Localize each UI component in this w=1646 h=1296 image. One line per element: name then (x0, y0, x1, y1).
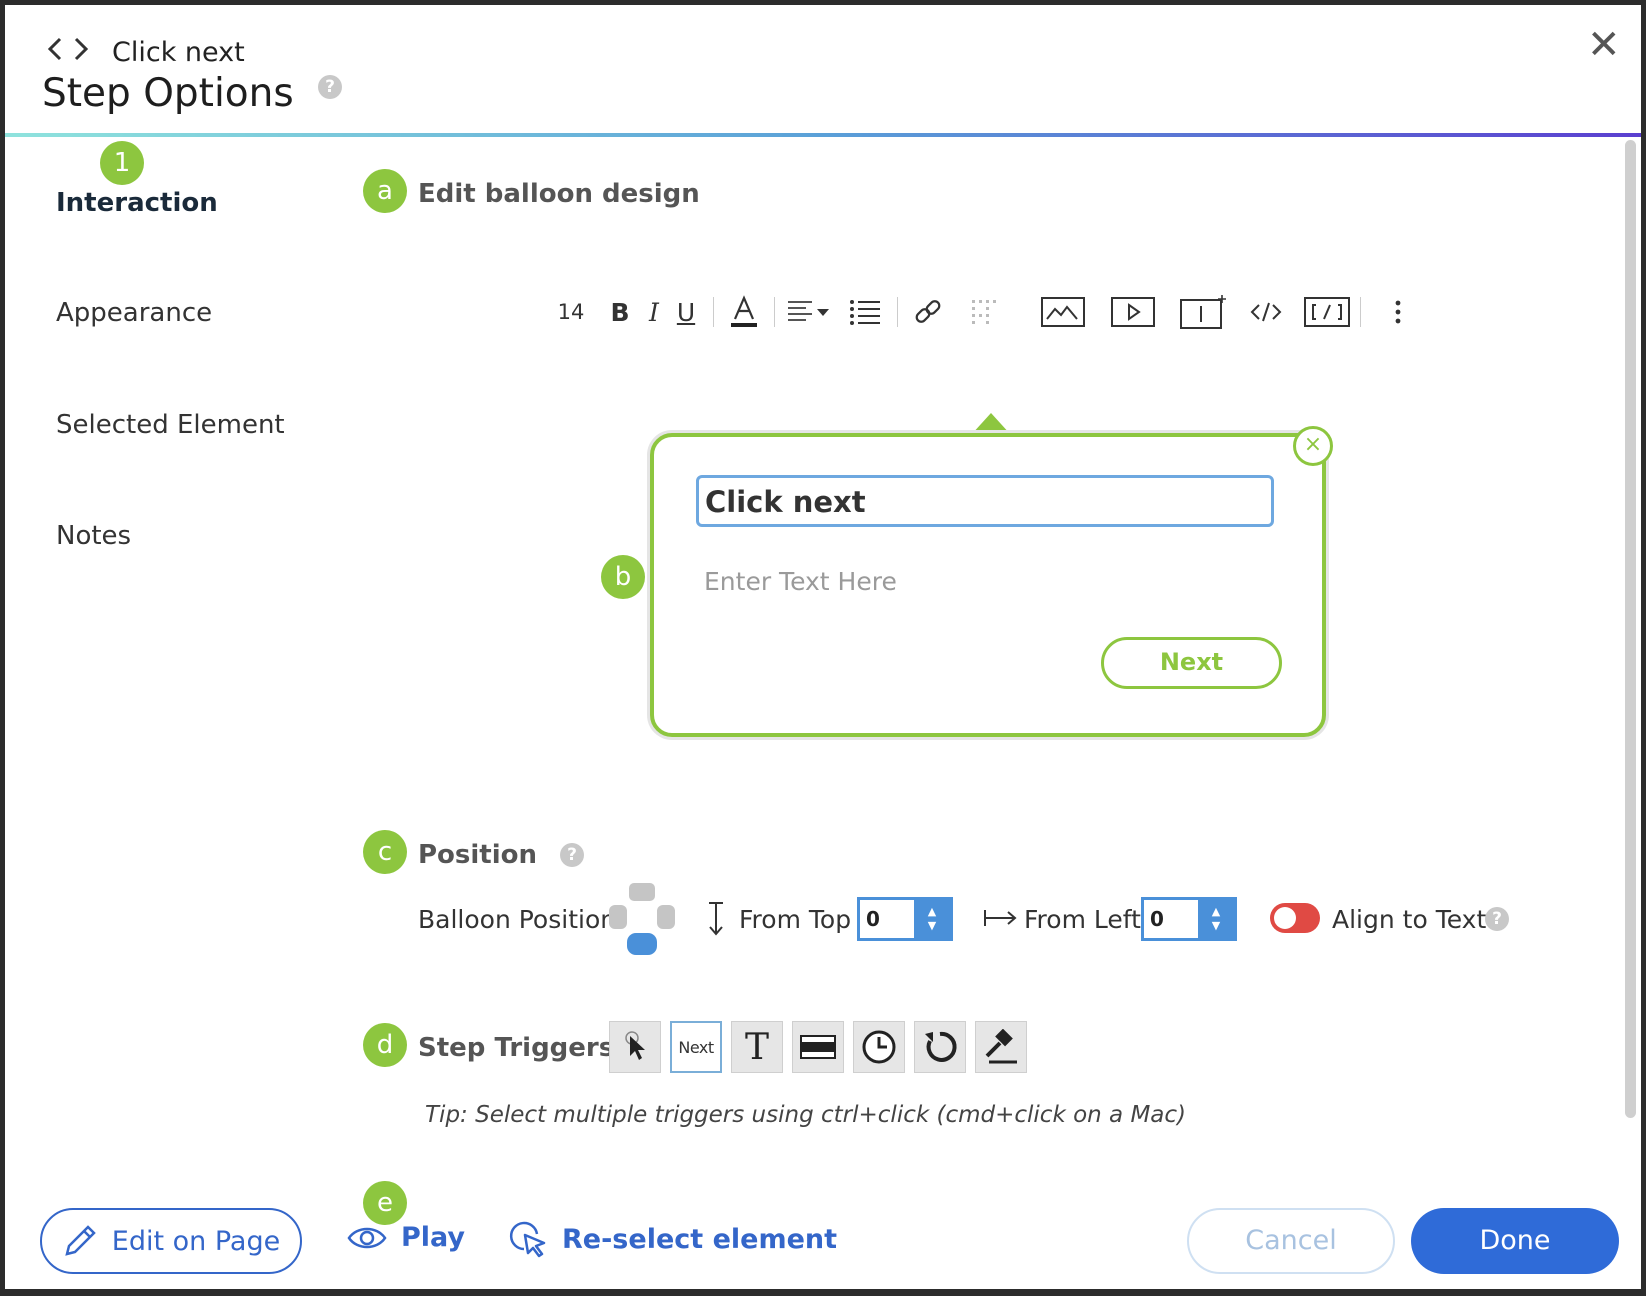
toolbar-separator (1360, 297, 1361, 327)
done-button[interactable]: Done (1411, 1208, 1619, 1274)
position-title: Position ? (418, 840, 585, 870)
sidebar-item-interaction[interactable]: Interaction (56, 188, 218, 218)
trigger-click-element[interactable] (609, 1021, 661, 1073)
from-top-arrow-icon (705, 901, 727, 941)
from-left-arrow-icon (983, 907, 1017, 933)
more-icon[interactable] (1383, 292, 1413, 332)
image-icon[interactable] (1040, 292, 1086, 332)
edit-on-page-button[interactable]: Edit on Page (40, 1208, 302, 1274)
toggle-knob (1274, 907, 1296, 929)
balloon-pointer (971, 413, 1011, 435)
hammer-icon (985, 1029, 1017, 1064)
balloon-title-input[interactable]: Click next (696, 475, 1274, 527)
scrollbar[interactable] (1625, 140, 1636, 1118)
embed-icon[interactable] (1304, 292, 1350, 332)
breadcrumb: Click next (46, 35, 245, 70)
reselect-label: Re-select element (562, 1223, 838, 1255)
toolbar-separator (713, 297, 714, 327)
balloon-close-icon[interactable]: × (1293, 426, 1333, 466)
from-left-value[interactable]: 0 (1144, 900, 1198, 938)
from-top-label: From Top (739, 905, 852, 934)
spin-up-icon[interactable]: ▲ (928, 905, 936, 919)
section-badge-e: e (363, 1181, 407, 1225)
font-size-select[interactable]: 14 (551, 292, 591, 332)
from-top-spin-arrows[interactable]: ▲ ▼ (914, 900, 950, 938)
text-icon: T (744, 1026, 769, 1068)
toolbar-separator (774, 297, 775, 327)
align-to-text-help-icon[interactable]: ? (1485, 907, 1509, 931)
from-left-label: From Left (1024, 905, 1141, 934)
triggers-tip: Tip: Select multiple triggers using ctrl… (425, 1102, 1186, 1128)
play-label: Play (401, 1222, 466, 1253)
italic-button[interactable]: I (639, 292, 669, 332)
next-trigger-label: Next (678, 1037, 714, 1057)
trigger-timer[interactable] (853, 1021, 905, 1073)
align-to-text-toggle[interactable] (1270, 903, 1320, 933)
balloon-position-picker[interactable] (607, 881, 677, 957)
edit-on-page-label: Edit on Page (111, 1225, 281, 1257)
underline-button[interactable]: U (669, 292, 703, 332)
spin-up-icon[interactable]: ▲ (1212, 905, 1220, 919)
step-name: Click next (112, 37, 245, 68)
trigger-refresh[interactable] (914, 1021, 966, 1073)
balloon-body-input[interactable]: Enter Text Here (704, 567, 897, 596)
video-icon[interactable] (1110, 292, 1156, 332)
from-left-spin-arrows[interactable]: ▲ ▼ (1198, 900, 1234, 938)
bold-button[interactable]: B (601, 292, 639, 332)
step-badge-1: 1 (100, 141, 144, 185)
page-title-text: Step Options (42, 71, 294, 116)
code-icon[interactable] (1246, 292, 1286, 332)
balloon-next-button[interactable]: Next (1101, 637, 1282, 689)
trigger-bar[interactable] (792, 1021, 844, 1073)
balloon-position-icon (609, 883, 675, 955)
pencil-icon (65, 1225, 96, 1256)
chevron-left-icon[interactable] (46, 35, 72, 70)
bar-icon (800, 1035, 836, 1059)
eye-icon (347, 1227, 387, 1248)
font-color-icon[interactable] (724, 292, 764, 332)
help-icon[interactable]: ? (318, 75, 343, 99)
clock-icon (862, 1030, 896, 1064)
align-to-text-label: Align to Text (1332, 905, 1487, 934)
step-options-dialog: Click next Step Options ? ✕ 1 Interactio… (5, 5, 1641, 1289)
header-divider (5, 133, 1641, 137)
from-top-value[interactable]: 0 (860, 900, 914, 938)
editor-toolbar: 14 B I U (551, 290, 1413, 334)
trigger-button-group: Next T (609, 1021, 1027, 1073)
sidebar-item-selected-element[interactable]: Selected Element (56, 410, 285, 440)
close-icon[interactable]: ✕ (1587, 25, 1621, 65)
section-badge-c: c (363, 830, 407, 874)
position-title-text: Position (418, 840, 538, 870)
reselect-cursor-icon (509, 1221, 546, 1258)
section-badge-d: d (363, 1023, 407, 1067)
text-box-icon[interactable] (1180, 292, 1226, 332)
sidebar-item-appearance[interactable]: Appearance (56, 298, 212, 328)
trigger-next-button[interactable]: Next (670, 1021, 722, 1073)
reselect-element-button[interactable]: Re-select element (508, 1219, 837, 1259)
align-icon[interactable] (785, 292, 833, 332)
from-left-stepper[interactable]: 0 ▲ ▼ (1141, 897, 1237, 941)
spin-down-icon[interactable]: ▼ (928, 919, 936, 933)
list-icon[interactable] (843, 292, 887, 332)
position-help-icon[interactable]: ? (560, 843, 585, 867)
step-triggers-title: Step Triggers (418, 1033, 615, 1063)
page-title: Step Options ? (42, 71, 343, 116)
sidebar-item-notes[interactable]: Notes (56, 521, 131, 551)
unlink-icon[interactable] (964, 292, 1004, 332)
section-badge-b: b (601, 555, 645, 599)
trigger-hammer[interactable] (975, 1021, 1027, 1073)
refresh-icon (925, 1031, 957, 1062)
click-element-icon (625, 1031, 645, 1060)
play-button[interactable]: Play (347, 1222, 465, 1253)
trigger-text[interactable]: T (731, 1021, 783, 1073)
cancel-button[interactable]: Cancel (1187, 1208, 1395, 1274)
chevron-right-icon[interactable] (72, 35, 98, 70)
from-top-stepper[interactable]: 0 ▲ ▼ (857, 897, 953, 941)
spin-down-icon[interactable]: ▼ (1212, 919, 1220, 933)
link-icon[interactable] (908, 292, 948, 332)
toolbar-separator (897, 297, 898, 327)
balloon-position-label: Balloon Position (418, 905, 617, 934)
edit-balloon-design-title: Edit balloon design (418, 179, 700, 209)
section-badge-a: a (363, 169, 407, 213)
